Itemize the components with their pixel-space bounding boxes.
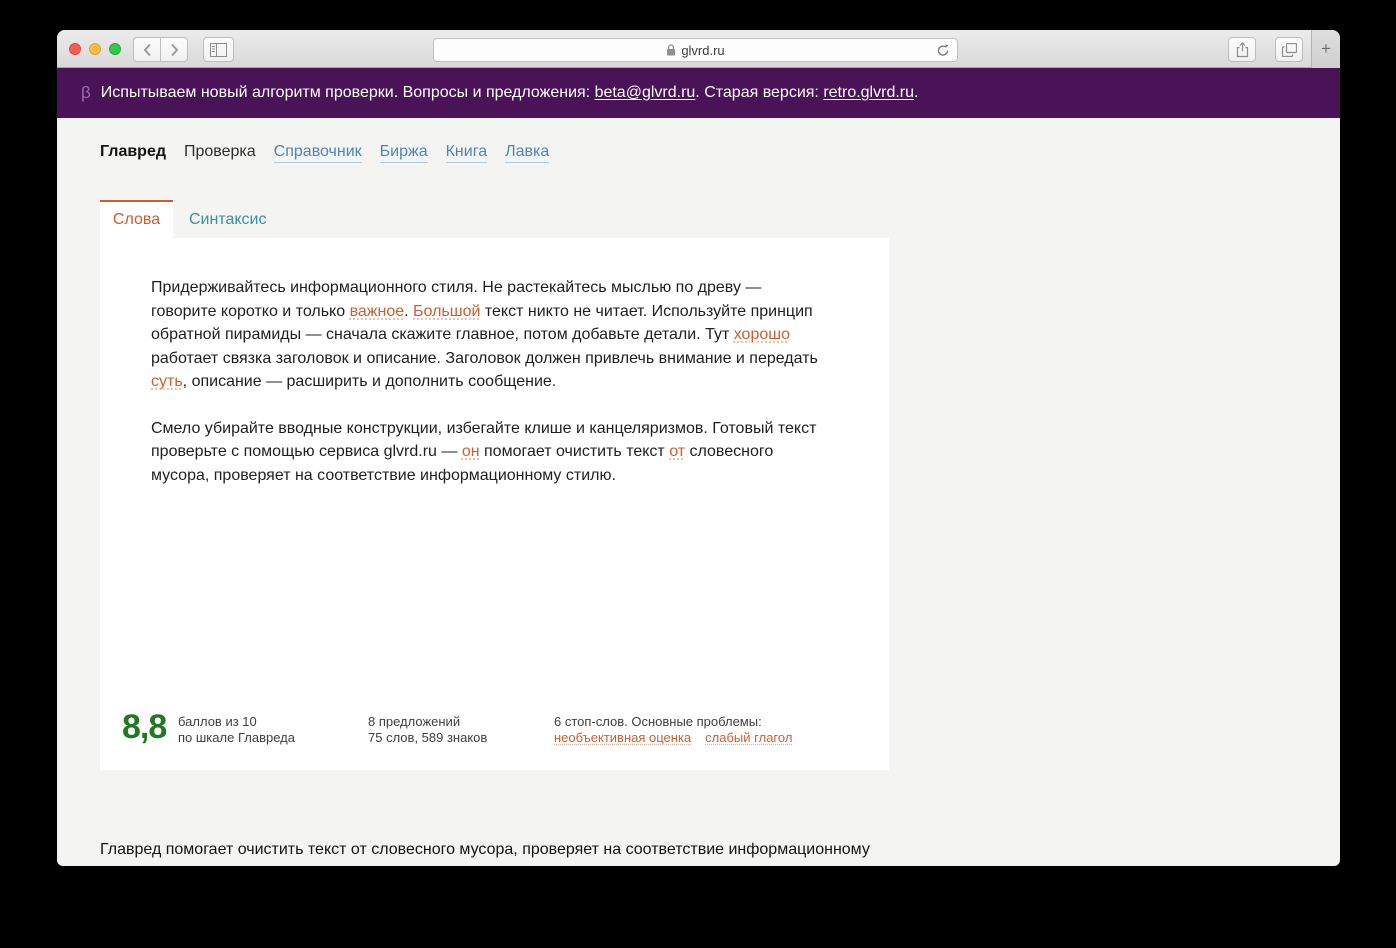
tabs-overview-icon — [1282, 43, 1297, 57]
banner-text-after: . — [914, 84, 918, 102]
counts-column: 8 предложений 75 слов, 589 знаков — [368, 714, 487, 745]
chevron-right-icon — [170, 43, 179, 57]
address-bar[interactable]: glvrd.ru — [433, 38, 958, 62]
site-navigation: Главред Проверка Справочник Биржа Книга … — [100, 143, 549, 163]
show-all-tabs-button[interactable] — [1275, 37, 1303, 62]
editor-text: помогает очистить текст — [480, 443, 670, 460]
plus-icon: + — [1321, 39, 1331, 59]
minimize-window-button[interactable] — [89, 43, 101, 55]
nav-item-spravochnik[interactable]: Справочник — [274, 143, 362, 163]
nav-item-birzha[interactable]: Биржа — [380, 143, 428, 163]
tab-words[interactable]: Слова — [100, 200, 173, 238]
share-button[interactable] — [1228, 37, 1256, 62]
stop-word-highlight[interactable]: суть — [151, 373, 183, 390]
nav-item-proverka[interactable]: Проверка — [184, 143, 256, 161]
browser-titlebar: glvrd.ru — [57, 30, 1340, 68]
close-window-button[interactable] — [69, 43, 81, 55]
editor-paragraph: Смело убирайте вводные конструкции, избе… — [151, 417, 829, 488]
brand-glavred: Главред — [100, 143, 166, 161]
stop-word-highlight[interactable]: Большой — [413, 303, 480, 320]
screen-background: { "browser": { "url": "glvrd.ru", "new_t… — [0, 0, 1396, 948]
problems-column: 6 стоп-слов. Основные проблемы: необъект… — [554, 714, 806, 745]
banner-text: Испытываем новый алгоритм проверки. Вопр… — [101, 84, 595, 102]
stop-word-highlight[interactable]: от — [669, 443, 685, 460]
editor-card: Придерживайтесь информационного стиля. Н… — [100, 238, 889, 770]
footer-line2-clipped: стилю. Вам поможет справочник Бюро Горбу… — [100, 862, 870, 866]
editor-paragraph: Придерживайтесь информационного стиля. Н… — [151, 276, 829, 394]
tab-syntax[interactable]: Синтаксис — [189, 200, 267, 238]
problem-link[interactable]: слабый глагол — [705, 730, 792, 745]
stats-bar: 8,8 баллов из 10 по шкале Главреда 8 пре… — [122, 711, 867, 745]
score-caption: баллов из 10 по шкале Главреда — [178, 714, 295, 745]
text-editor[interactable]: Придерживайтесь информационного стиля. Н… — [100, 238, 889, 487]
stopwords-summary: 6 стоп-слов. Основные проблемы: — [554, 714, 806, 730]
page-content: Главред Проверка Справочник Биржа Книга … — [57, 118, 1340, 866]
score-caption-line1: баллов из 10 — [178, 714, 295, 730]
sidebar-icon — [210, 43, 227, 57]
banner-email-link[interactable]: beta@glvrd.ru — [595, 84, 696, 102]
traffic-lights — [69, 43, 121, 55]
score-caption-line2: по шкале Главреда — [178, 730, 295, 746]
history-buttons — [133, 37, 188, 62]
score-value: 8,8 — [122, 708, 166, 747]
beta-icon: β — [81, 83, 91, 103]
nav-item-kniga[interactable]: Книга — [446, 143, 487, 163]
nav-item-lavka[interactable]: Лавка — [505, 143, 549, 163]
problem-links: необъективная оценка слабый глагол — [554, 730, 806, 746]
footer-line1: Главред помогает очистить текст от слове… — [100, 838, 870, 862]
editor-text: , описание — расширить и дополнить сообщ… — [183, 373, 557, 390]
editor-text: . — [404, 303, 413, 320]
reload-button[interactable] — [936, 43, 950, 58]
new-tab-button[interactable]: + — [1311, 30, 1340, 68]
sidebar-button[interactable] — [203, 37, 234, 62]
problem-link[interactable]: необъективная оценка — [554, 730, 691, 745]
forward-button[interactable] — [160, 37, 188, 62]
url-text: glvrd.ru — [681, 43, 724, 58]
back-button[interactable] — [133, 37, 161, 62]
stop-word-highlight[interactable]: он — [462, 443, 480, 460]
beta-banner: β Испытываем новый алгоритм проверки. Воп… — [57, 68, 1340, 118]
page-footer: Главред помогает очистить текст от слове… — [100, 838, 870, 866]
lock-icon — [666, 44, 676, 56]
sentence-count: 8 предложений — [368, 714, 487, 730]
stop-word-highlight[interactable]: хорошо — [734, 326, 790, 343]
chevron-left-icon — [143, 43, 152, 57]
editor-text: работает связка заголовок и описание. За… — [151, 350, 818, 367]
browser-window: glvrd.ru — [57, 30, 1340, 866]
mode-tabs: Слова Синтаксис — [100, 200, 267, 238]
stop-word-highlight[interactable]: важное — [350, 303, 405, 320]
banner-text-middle: . Старая версия: — [695, 84, 823, 102]
zoom-window-button[interactable] — [109, 43, 121, 55]
word-char-count: 75 слов, 589 знаков — [368, 730, 487, 746]
share-icon — [1236, 42, 1249, 58]
banner-old-version-link[interactable]: retro.glvrd.ru — [823, 84, 914, 102]
